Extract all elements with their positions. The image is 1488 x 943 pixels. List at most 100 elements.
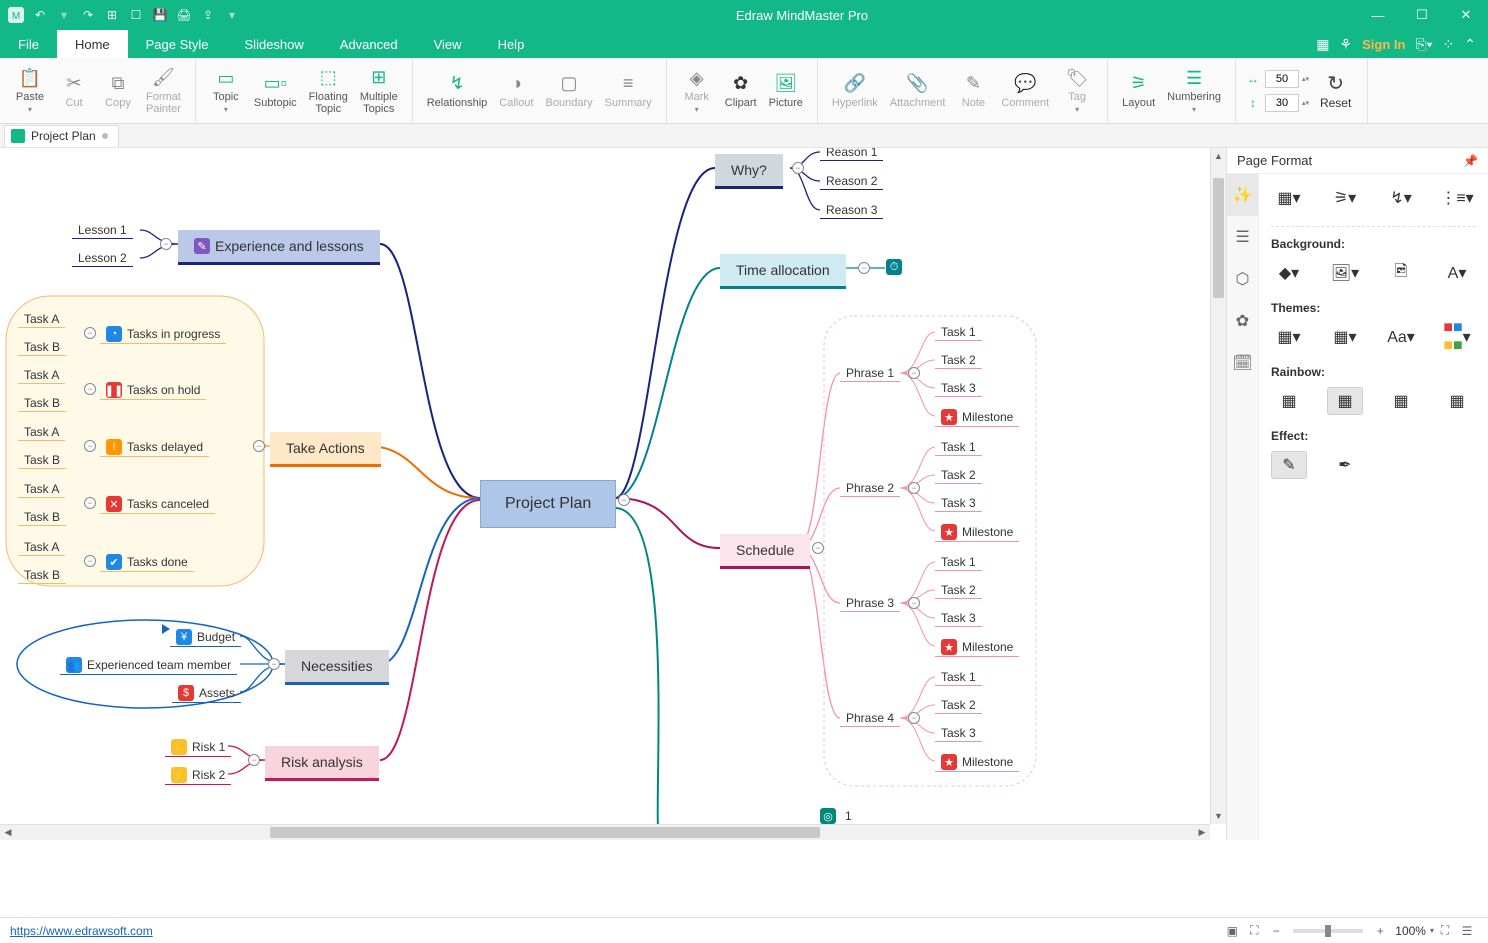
- menu-page-style[interactable]: Page Style: [128, 30, 227, 58]
- menu-home[interactable]: Home: [57, 30, 128, 58]
- node-assets[interactable]: $Assets: [172, 684, 241, 703]
- effect-handdrawn-button[interactable]: ✒: [1327, 451, 1363, 479]
- side-tab-outline-icon[interactable]: ☰: [1227, 216, 1258, 258]
- collapse-icon[interactable]: −: [618, 494, 630, 506]
- node-milestone[interactable]: ★Milestone: [935, 523, 1019, 542]
- node-task-b[interactable]: Task B: [18, 339, 66, 356]
- spinner-icon[interactable]: ▴▾: [1302, 94, 1312, 112]
- cut-button[interactable]: ✂Cut: [52, 61, 96, 121]
- node-reason[interactable]: Reason 3: [820, 202, 883, 219]
- collapse-icon[interactable]: −: [84, 327, 96, 339]
- print-icon[interactable]: 🖨: [176, 7, 192, 23]
- attachment-button[interactable]: 📎Attachment: [884, 61, 952, 121]
- hyperlink-button[interactable]: 🔗Hyperlink: [826, 61, 884, 121]
- undo-dropdown-icon[interactable]: ▾: [56, 7, 72, 23]
- menu-file[interactable]: File: [0, 30, 57, 58]
- node-lesson[interactable]: Lesson 1: [72, 222, 133, 239]
- bullets-mode-button[interactable]: ⋮≡▾: [1439, 184, 1475, 212]
- panels-icon[interactable]: ☰: [1456, 921, 1478, 941]
- theme-preset-button[interactable]: ▦▾: [1271, 323, 1307, 351]
- open-icon[interactable]: ☐: [128, 7, 144, 23]
- node-risk-item[interactable]: ⚡Risk 1: [165, 738, 231, 757]
- effect-flat-button[interactable]: ✎: [1271, 451, 1307, 479]
- layout-mode-button[interactable]: ▦▾: [1271, 184, 1307, 212]
- maximize-icon[interactable]: ☐: [1400, 0, 1444, 30]
- node-task[interactable]: Task 3: [935, 610, 982, 627]
- node-task[interactable]: Task 2: [935, 352, 982, 369]
- mark-button[interactable]: ◈Mark▾: [675, 61, 719, 121]
- node-root[interactable]: Project Plan: [480, 480, 616, 528]
- branch-mode-button[interactable]: ⚞▾: [1327, 184, 1363, 212]
- document-tab[interactable]: Project Plan: [4, 125, 119, 147]
- collapse-icon[interactable]: −: [248, 754, 260, 766]
- node-necessities[interactable]: Necessities: [285, 650, 389, 685]
- menu-slideshow[interactable]: Slideshow: [227, 30, 322, 58]
- fit-page-icon[interactable]: ▣: [1221, 921, 1243, 941]
- bg-remove-button[interactable]: 🖻: [1383, 259, 1419, 287]
- node-lesson[interactable]: Lesson 2: [72, 250, 133, 267]
- collapse-icon[interactable]: −: [84, 555, 96, 567]
- zoom-out-icon[interactable]: −: [1265, 921, 1287, 941]
- node-time-allocation[interactable]: Time allocation: [720, 254, 846, 289]
- node-task[interactable]: Task 2: [935, 697, 982, 714]
- collapse-icon[interactable]: −: [908, 367, 920, 379]
- numbering-button[interactable]: ☰Numbering▾: [1161, 61, 1227, 121]
- collapse-icon[interactable]: −: [253, 440, 265, 452]
- callout-button[interactable]: ◑Callout: [493, 61, 539, 121]
- node-task-b[interactable]: Task B: [18, 395, 66, 412]
- boundary-button[interactable]: ▢Boundary: [540, 61, 599, 121]
- collapse-icon[interactable]: −: [908, 482, 920, 494]
- node-task[interactable]: Task 2: [935, 582, 982, 599]
- close-icon[interactable]: ✕: [1444, 0, 1488, 30]
- v-spacing-input[interactable]: [1265, 94, 1299, 112]
- node-task-a[interactable]: Task A: [18, 424, 65, 441]
- tag-button[interactable]: 🏷Tag▾: [1055, 61, 1099, 121]
- node-task-b[interactable]: Task B: [18, 567, 66, 584]
- node-schedule[interactable]: Schedule: [720, 534, 810, 569]
- node-task-group[interactable]: ❚❚Tasks on hold: [100, 381, 206, 400]
- node-phrase[interactable]: Phrase 4: [840, 710, 900, 727]
- bg-fill-button[interactable]: ◆▾: [1271, 259, 1307, 287]
- node-task-b[interactable]: Task B: [18, 509, 66, 526]
- h-spacing-input[interactable]: [1265, 70, 1299, 88]
- copy-button[interactable]: ⧉Copy: [96, 61, 140, 121]
- node-phrase[interactable]: Phrase 2: [840, 480, 900, 497]
- comment-button[interactable]: 💬Comment: [995, 61, 1055, 121]
- menu-view[interactable]: View: [416, 30, 480, 58]
- scroll-thumb[interactable]: [1213, 178, 1224, 298]
- node-task-group[interactable]: !Tasks delayed: [100, 438, 209, 457]
- scroll-left-icon[interactable]: ◀: [0, 825, 16, 840]
- side-tab-format-icon[interactable]: ✨: [1227, 174, 1258, 216]
- gift-icon[interactable]: ⎘▾: [1415, 36, 1432, 53]
- node-why[interactable]: Why?: [715, 154, 783, 189]
- scroll-right-icon[interactable]: ▶: [1194, 825, 1210, 840]
- node-reason[interactable]: Reason 1: [820, 148, 883, 161]
- rainbow-option-3[interactable]: ▦: [1383, 387, 1419, 415]
- collapse-icon[interactable]: −: [160, 238, 172, 250]
- picture-button[interactable]: 🖼Picture: [763, 61, 809, 121]
- node-task[interactable]: Task 1: [935, 324, 982, 341]
- theme-font-button[interactable]: Aa▾: [1383, 323, 1419, 351]
- collapse-icon[interactable]: −: [792, 162, 804, 174]
- floating-topic-button[interactable]: ⬚Floating Topic: [303, 61, 354, 121]
- node-task-a[interactable]: Task A: [18, 367, 65, 384]
- watermark-button[interactable]: A▾: [1439, 259, 1475, 287]
- collapse-icon[interactable]: −: [908, 712, 920, 724]
- collapse-icon[interactable]: −: [268, 658, 280, 670]
- minimize-icon[interactable]: —: [1356, 0, 1400, 30]
- rainbow-option-1[interactable]: ▦: [1271, 387, 1307, 415]
- node-task-a[interactable]: Task A: [18, 481, 65, 498]
- node-take-actions[interactable]: Take Actions: [270, 432, 381, 467]
- mindmap-canvas[interactable]: Project Plan − Why? − Reason 1 Reason 2 …: [0, 148, 1078, 824]
- website-link[interactable]: https://www.edrawsoft.com: [10, 924, 153, 938]
- node-risk[interactable]: Risk analysis: [265, 746, 379, 781]
- spinner-icon[interactable]: ▴▾: [1302, 70, 1312, 88]
- pin-icon[interactable]: 📌: [1463, 154, 1478, 168]
- node-task[interactable]: Task 3: [935, 725, 982, 742]
- horizontal-spacing-field[interactable]: ↔▴▾: [1244, 70, 1312, 88]
- topic-button[interactable]: ▭Topic▾: [204, 61, 248, 121]
- node-task-group[interactable]: ✔Tasks done: [100, 553, 194, 572]
- present-icon[interactable]: ▦: [1316, 36, 1329, 53]
- scroll-down-icon[interactable]: ▼: [1211, 808, 1226, 824]
- fit-width-icon[interactable]: ⛶: [1243, 921, 1265, 941]
